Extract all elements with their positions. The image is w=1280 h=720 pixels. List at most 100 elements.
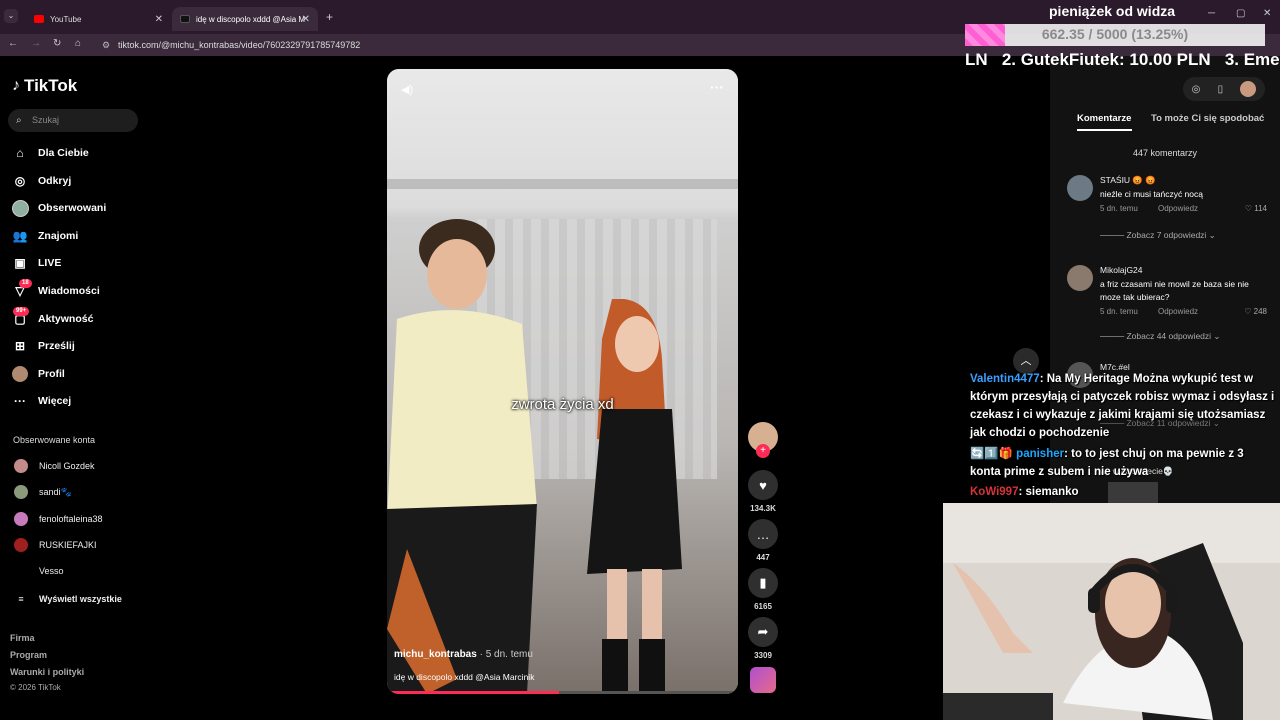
account-name: sandi🐾	[39, 486, 72, 497]
video-description: idę w discopolo xddd @Asia Marcinik	[394, 672, 535, 682]
followed-title: Obserwowane konta	[13, 435, 96, 445]
reload-icon[interactable]: ↻	[53, 38, 61, 49]
share-button[interactable]: ➦ 3309	[747, 617, 779, 660]
avatar[interactable]	[1067, 175, 1093, 201]
compass-icon[interactable]: ◎	[1192, 84, 1201, 95]
profile-icon	[11, 365, 29, 383]
minimize-icon[interactable]: ─	[1208, 8, 1215, 19]
nav-odkryj[interactable]: ◎ Odkryj	[11, 171, 72, 191]
tab-list-icon[interactable]: ⌄	[4, 9, 18, 23]
follow-plus-icon[interactable]: +	[756, 444, 770, 458]
video-player[interactable]: ◀) ··· zwrota życia xd michu_kontrabas ·…	[387, 69, 738, 694]
comment-user[interactable]: STAŚIU 😡 😡	[1100, 175, 1156, 186]
tab-label: YouTube	[50, 14, 82, 24]
nav-dla-ciebie[interactable]: ⌂ Dla Ciebie	[11, 143, 89, 163]
video-progress-bar[interactable]	[387, 691, 738, 694]
reply-button[interactable]: Odpowiedz	[1158, 204, 1198, 213]
panel-controls: ◎ ▯	[1183, 77, 1265, 101]
nav-profil[interactable]: Profil	[11, 364, 65, 384]
author-avatar-button[interactable]: +	[747, 422, 779, 458]
tab-tiktok[interactable]: idę w discopolo xddd @Asia M ✕	[172, 7, 318, 31]
video-author[interactable]: michu_kontrabas · 5 dn. temu	[394, 649, 533, 660]
comment-time: 5 dn. temu	[1100, 204, 1138, 213]
avatar	[14, 459, 28, 473]
view-replies-button[interactable]: ──── Zobacz 44 odpowiedzi ⌄	[1100, 331, 1221, 342]
show-all-label: Wyświetl wszystkie	[39, 594, 122, 604]
forward-icon[interactable]: →	[31, 38, 41, 49]
nav-znajomi[interactable]: 👥 Znajomi	[11, 226, 79, 246]
view-replies-button[interactable]: ──── Zobacz 7 odpowiedzi ⌄	[1100, 230, 1216, 241]
footer-link-program[interactable]: Program	[10, 650, 47, 660]
tiktok-logo[interactable]: ♪ TikTok	[12, 76, 77, 96]
reply-button[interactable]: Odpowiedz	[1158, 307, 1198, 316]
heart-icon: ♥	[748, 470, 778, 500]
nav-wiecej[interactable]: ··· Więcej	[11, 391, 71, 411]
nav-live[interactable]: ▣ LIVE	[11, 253, 61, 273]
avatar-icon	[11, 199, 29, 217]
comment-item: MikolajG24 a friz czasami nie mowil ze b…	[1067, 265, 1267, 320]
tab-polecane[interactable]: To może Ci się spodobać	[1151, 113, 1264, 124]
nav-przeslij[interactable]: ⊞ Prześlij	[11, 336, 75, 356]
comment-count: 447	[756, 553, 770, 562]
comment-text: nieźle ci musi tańczyć nocą	[1100, 189, 1203, 199]
url-text: tiktok.com/@michu_kontrabas/video/760232…	[118, 40, 361, 50]
search-icon: ⌕	[16, 115, 22, 126]
followed-account[interactable]: RUSKIEFAJKI	[14, 537, 97, 553]
tiktok-note-icon: ♪	[12, 77, 20, 94]
nav-wiadomosci[interactable]: ▽ 18 Wiadomości	[11, 279, 100, 301]
close-icon[interactable]: ✕	[155, 14, 163, 25]
tab-label: idę w discopolo xddd @Asia M	[196, 14, 306, 24]
comment-time: 5 dn. temu	[1100, 307, 1138, 316]
nav-label: Dla Ciebie	[38, 147, 89, 159]
activity-icon: ▢ 99+	[11, 307, 30, 328]
followed-account[interactable]: fenoloftaleina38	[14, 511, 103, 527]
progress-fill	[387, 691, 559, 694]
logo-text: TikTok	[24, 76, 78, 95]
nav-label: Aktywność	[38, 313, 94, 325]
home-icon[interactable]: ⌂	[75, 38, 81, 49]
music-disc-button[interactable]	[747, 667, 779, 693]
avatar[interactable]	[1067, 265, 1093, 291]
footer-link-firma[interactable]: Firma	[10, 633, 35, 643]
close-icon[interactable]: ✕	[302, 14, 310, 25]
more-options-icon[interactable]: ···	[710, 79, 724, 95]
nav-obserwowani[interactable]: Obserwowani	[11, 198, 106, 218]
new-tab-button[interactable]: +	[326, 10, 333, 24]
show-all-link[interactable]: ≡ Wyświetl wszystkie	[14, 591, 122, 607]
avatar[interactable]	[1240, 81, 1257, 97]
search-input[interactable]: ⌕ Szukaj	[8, 109, 138, 132]
footer-link-terms[interactable]: Warunki i polityki	[10, 667, 84, 677]
like-button[interactable]: ♥ 134.3K	[747, 470, 779, 513]
maximize-icon[interactable]: ▢	[1236, 8, 1245, 19]
webcam-feed	[943, 503, 1280, 720]
followed-account[interactable]: sandi🐾	[14, 484, 72, 500]
volume-icon[interactable]: ◀)	[401, 83, 413, 96]
followed-account[interactable]: Nicoll Gozdek	[14, 458, 95, 474]
comment-like-count: 114	[1254, 204, 1267, 213]
comment-user[interactable]: MikolajG24	[1100, 265, 1143, 275]
back-icon[interactable]: ←	[8, 38, 18, 49]
chat-username: Valentin4477	[970, 373, 1040, 385]
nav-label: Odkryj	[38, 175, 72, 187]
site-info-icon[interactable]: ⚙	[102, 37, 110, 53]
tab-youtube[interactable]: YouTube ✕	[26, 7, 171, 31]
close-window-icon[interactable]: ✕	[1263, 8, 1271, 19]
followed-account[interactable]: Vesso	[14, 563, 64, 579]
donation-goal-text: 662.35 / 5000 (13.25%)	[1041, 26, 1189, 42]
copyright: © 2026 TikTok	[10, 683, 61, 692]
comment-like-count: 248	[1253, 307, 1267, 316]
view-replies-label: Zobacz 44 odpowiedzi	[1126, 331, 1212, 341]
chat-badges: 🔄1️⃣🎁	[970, 448, 1013, 460]
video-scenery	[387, 179, 738, 189]
nav-aktywnosc[interactable]: ▢ 99+ Aktywność	[11, 307, 94, 329]
phone-icon[interactable]: ▯	[1218, 84, 1224, 95]
comment-like-button[interactable]: ♡ 114	[1245, 204, 1267, 213]
comment-button[interactable]: … 447	[747, 519, 779, 562]
comment-like-button[interactable]: ♡ 248	[1244, 307, 1267, 316]
tab-komentarze[interactable]: Komentarze	[1077, 113, 1131, 124]
url-field[interactable]: ⚙ tiktok.com/@michu_kontrabas/video/7602…	[96, 37, 956, 53]
chat-message: KoWi997: siemanko	[970, 483, 1276, 501]
account-name: RUSKIEFAJKI	[39, 540, 97, 550]
save-button[interactable]: ▮ 6165	[747, 568, 779, 611]
ticker-item: 2. GutekFiutek: 10.00 PLN	[1001, 50, 1211, 69]
